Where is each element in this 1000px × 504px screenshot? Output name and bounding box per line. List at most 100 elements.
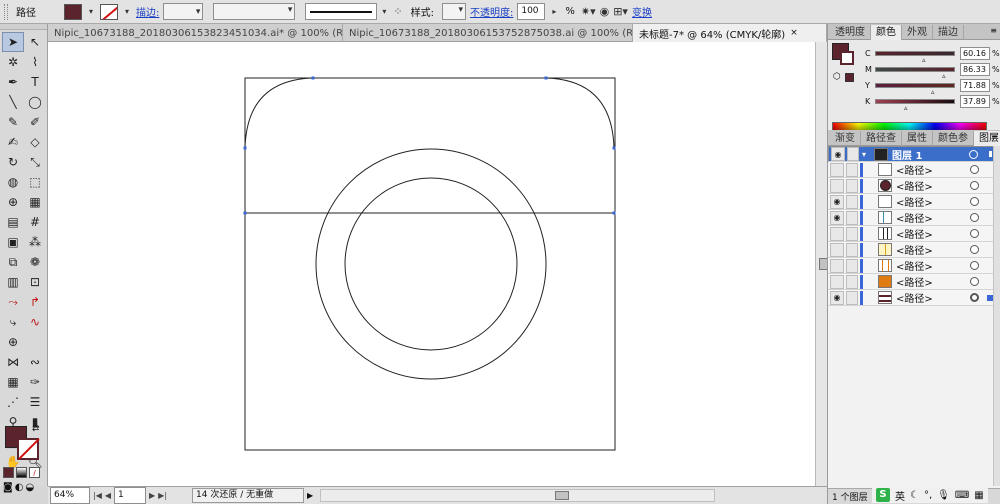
opacity-field[interactable]: 100 xyxy=(517,3,546,20)
horizontal-scrollbar[interactable] xyxy=(320,489,716,502)
first-artboard-icon[interactable]: |◀ xyxy=(93,491,102,500)
stroke-color-swatch[interactable] xyxy=(100,3,118,20)
ellipse-tool-icon[interactable]: ◯ xyxy=(24,92,46,112)
crosshair-tool-icon[interactable]: ⊕ xyxy=(2,332,24,352)
line-tool-icon[interactable]: ╲ xyxy=(2,92,24,112)
opacity-dropdown-icon[interactable]: ▸ xyxy=(549,4,559,20)
eye-icon[interactable] xyxy=(830,226,844,241)
layer-name[interactable]: 图层 1 xyxy=(892,147,922,162)
panel-menu-icon[interactable]: ≡ xyxy=(991,132,998,141)
eyedropper-tool-icon[interactable]: ⁂ xyxy=(24,232,46,252)
layer-row[interactable]: ◉ ▾ 图层 1 xyxy=(828,146,1000,162)
scale-tool-icon[interactable]: ⤡ xyxy=(24,152,46,172)
status-menu-icon[interactable]: ▶ xyxy=(307,491,313,500)
target-circle-icon[interactable] xyxy=(970,261,979,270)
tab-pathfinder[interactable]: 路径查 xyxy=(861,131,902,146)
graphic-style-icon[interactable]: ⁘ xyxy=(393,5,402,18)
type-tool-icon[interactable]: T xyxy=(24,72,46,92)
stroke-profile-dropdown-icon[interactable]: ▾ xyxy=(379,4,389,20)
blob-brush-tool-icon[interactable]: ✍ xyxy=(2,132,24,152)
width-tool-icon[interactable]: ⤳ xyxy=(2,292,24,312)
selection-tool-icon[interactable]: ➤ xyxy=(2,32,24,52)
cyan-slider[interactable]: ▵ xyxy=(875,51,955,64)
free-transform-tool-icon[interactable]: ⬚ xyxy=(24,172,46,192)
curvature-tool-icon[interactable]: ∿ xyxy=(24,312,46,332)
lock-toggle[interactable] xyxy=(846,162,858,177)
rotate-tool-icon[interactable]: ↻ xyxy=(2,152,24,172)
selection-indicator[interactable] xyxy=(989,151,992,157)
yellow-slider[interactable]: ▵ xyxy=(875,83,955,96)
tab-document-1[interactable]: Nipic_10673188_20180306153823451034.ai* … xyxy=(48,24,343,42)
lock-toggle[interactable] xyxy=(846,274,858,289)
graphic-style-picker[interactable] xyxy=(441,3,466,20)
black-value-field[interactable]: 37.89 xyxy=(960,95,990,108)
eye-icon[interactable] xyxy=(830,162,844,177)
lasso-tool-icon[interactable]: ⌇ xyxy=(24,52,46,72)
lock-toggle[interactable] xyxy=(846,226,858,241)
lock-toggle[interactable] xyxy=(846,290,858,305)
path-name[interactable]: <路径> xyxy=(896,210,933,225)
path-name[interactable]: <路径> xyxy=(896,178,933,193)
join-tool-icon[interactable]: ↱ xyxy=(24,292,46,312)
target-circle-icon[interactable] xyxy=(970,245,979,254)
sublayer-row[interactable]: <路径> xyxy=(828,162,1000,178)
tab-color-guide[interactable]: 颜色参 xyxy=(933,131,974,146)
magenta-value-field[interactable]: 86.33 xyxy=(960,63,990,76)
control-bar-grip[interactable] xyxy=(4,3,8,20)
lock-toggle[interactable] xyxy=(846,242,858,257)
panel-menu-icon[interactable]: ≡ xyxy=(990,26,997,35)
sublayer-row-selected[interactable]: ◉ <路径> xyxy=(828,290,1000,306)
gradient-mode-icon[interactable] xyxy=(16,467,27,478)
tab-document-2[interactable]: Nipic_10673188_20180306153752875038.ai @… xyxy=(343,24,633,42)
path-name[interactable]: <路径> xyxy=(896,226,933,241)
sublayer-row[interactable]: <路径> xyxy=(828,274,1000,290)
tab-appearance[interactable]: 外观 xyxy=(902,25,933,40)
path-name[interactable]: <路径> xyxy=(896,242,933,257)
path-name[interactable]: <路径> xyxy=(896,258,933,273)
grid-tool-icon[interactable]: ▦ xyxy=(2,372,24,392)
lock-toggle[interactable] xyxy=(846,210,858,225)
eye-icon[interactable]: ◉ xyxy=(830,210,844,225)
tab-stroke[interactable]: 描边 xyxy=(933,25,964,40)
symbol-sprayer-tool-icon[interactable]: ❁ xyxy=(24,252,46,272)
collapse-arrow-icon[interactable]: ▾ xyxy=(862,150,872,159)
eye-icon[interactable]: ◉ xyxy=(831,147,845,161)
tab-document-3[interactable]: 未标题-7* @ 64% (CMYK/轮廓) × xyxy=(633,24,827,42)
target-circle-icon[interactable] xyxy=(970,229,979,238)
mesh-tool-icon[interactable]: # xyxy=(24,212,46,232)
artboard-number-field[interactable]: 1 xyxy=(114,487,147,504)
target-circle-icon[interactable] xyxy=(970,165,979,174)
last-artboard-icon[interactable]: ▶| xyxy=(158,491,167,500)
eye-icon[interactable]: ◉ xyxy=(830,194,844,209)
stroke-panel-link[interactable]: 描边: xyxy=(136,4,159,19)
variable-width-profile[interactable] xyxy=(213,3,296,20)
layers-scrollbar[interactable] xyxy=(993,146,1000,486)
perspective-grid-tool-icon[interactable]: ▤ xyxy=(2,212,24,232)
ime-punct-icon[interactable]: °, xyxy=(924,490,932,501)
artboard-tool-icon[interactable]: ⊡ xyxy=(24,272,46,292)
zoom-level-field[interactable]: 64% xyxy=(50,487,90,504)
status-info-field[interactable]: 14 次还原 / 无重做 xyxy=(192,488,305,503)
live-paint-tool-icon[interactable]: ▦ xyxy=(24,192,46,212)
sublayer-row[interactable]: <路径> xyxy=(828,242,1000,258)
tab-transparency[interactable]: 透明度 xyxy=(830,25,871,40)
tab-attributes[interactable]: 属性 xyxy=(902,131,933,146)
swap-fill-stroke-icon[interactable]: ⇄ xyxy=(32,424,40,434)
transform-panel-link[interactable]: 变换 xyxy=(632,4,652,19)
tab-color[interactable]: 颜色 xyxy=(871,25,902,40)
direct-selection-tool-icon[interactable]: ↖ xyxy=(24,32,46,52)
ime-moon-icon[interactable]: ☾ xyxy=(910,490,919,501)
path-name[interactable]: <路径> xyxy=(896,162,933,177)
eye-icon[interactable] xyxy=(830,274,844,289)
recolor-artwork-icon[interactable]: ✷▾ xyxy=(581,5,596,18)
artboard-canvas[interactable] xyxy=(48,42,815,486)
fill-dropdown-icon[interactable]: ▾ xyxy=(86,4,96,20)
target-circle-icon[interactable] xyxy=(969,149,978,159)
color-stroke-swatch[interactable] xyxy=(840,51,854,65)
artwork-outlines[interactable] xyxy=(48,42,815,486)
fill-color-swatch[interactable] xyxy=(64,3,82,20)
shape-builder-tool-icon[interactable]: ⊕ xyxy=(2,192,24,212)
eye-icon[interactable] xyxy=(830,258,844,273)
lock-toggle[interactable] xyxy=(846,194,858,209)
lock-toggle[interactable] xyxy=(846,178,858,193)
